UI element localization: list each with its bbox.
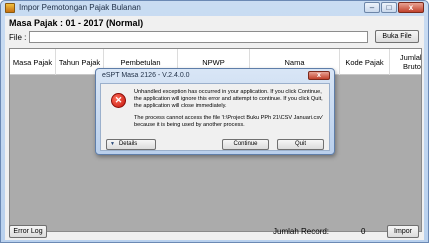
details-button[interactable]: ▼ Details [106, 139, 156, 150]
dialog-title: eSPT Masa 2126 - V.2.4.0.0 [102, 72, 190, 79]
window-title: Impor Pemotongan Pajak Bulanan [19, 3, 141, 12]
column-header-kode-pajak[interactable]: Kode Pajak [340, 49, 390, 75]
masa-pajak-label: Masa Pajak : 01 - 2017 (Normal) [9, 18, 144, 28]
bottom-bar: Error Log Jumlah Record: 0 Impor [5, 222, 424, 240]
window-controls: – □ x [364, 2, 424, 13]
chevron-down-icon: ▼ [110, 141, 115, 147]
minimize-button[interactable]: – [364, 2, 380, 13]
column-header-masa-pajak[interactable]: Masa Pajak [10, 49, 56, 75]
continue-button[interactable]: Continue [222, 139, 269, 150]
details-label: Details [118, 141, 138, 147]
maximize-button[interactable]: □ [381, 2, 397, 13]
error-dialog: eSPT Masa 2126 - V.2.4.0.0 x ✕ Unhandled… [95, 68, 335, 155]
close-button[interactable]: x [398, 2, 424, 13]
error-message: Unhandled exception has occurred in your… [134, 89, 323, 109]
buka-file-button[interactable]: Buka File [375, 30, 419, 43]
error-log-button[interactable]: Error Log [9, 225, 47, 238]
quit-button[interactable]: Quit [277, 139, 324, 150]
error-detail-message: The process cannot access the file 'I:\P… [134, 115, 323, 128]
impor-button[interactable]: Impor [387, 225, 419, 238]
column-header-jumlah-bruto[interactable]: Jumlah Bruto [390, 49, 421, 75]
jumlah-record-value: 0 [361, 227, 366, 236]
title-bar[interactable]: Impor Pemotongan Pajak Bulanan – □ x [1, 1, 428, 15]
file-input[interactable] [29, 31, 368, 43]
jumlah-record-label: Jumlah Record: [273, 227, 330, 236]
app-icon [5, 3, 15, 13]
file-label: File : [9, 33, 27, 42]
error-icon: ✕ [111, 93, 126, 108]
dialog-close-button[interactable]: x [308, 71, 330, 80]
dialog-body: ✕ Unhandled exception has occurred in yo… [100, 83, 330, 151]
